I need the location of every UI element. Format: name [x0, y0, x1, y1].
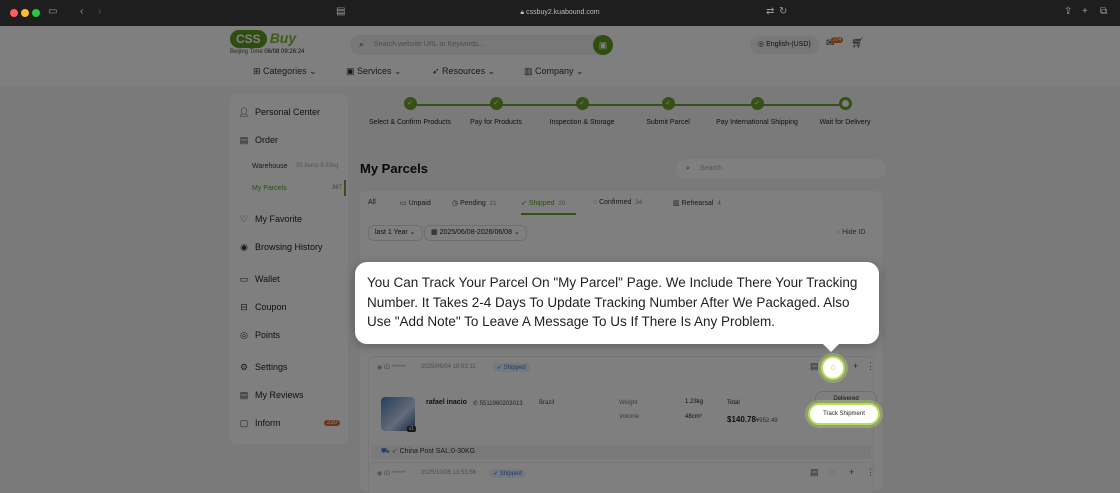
- reload-icon[interactable]: ↻: [779, 6, 787, 17]
- tutorial-overlay: [0, 26, 1120, 493]
- new-tab-icon[interactable]: +: [1082, 6, 1088, 17]
- track-shipment-button[interactable]: Track Shipment: [808, 403, 880, 425]
- tab-overview-icon[interactable]: ⧉: [1100, 6, 1107, 17]
- tutorial-callout: You Can Track Your Parcel On "My Parcel"…: [355, 262, 879, 352]
- translate-icon[interactable]: ⇄: [766, 6, 774, 17]
- chat-icon: ◌: [830, 362, 836, 372]
- url-text: cssbuy2.kuabound.com: [526, 9, 600, 16]
- share-icon[interactable]: ⇪: [1064, 6, 1072, 17]
- page: CSSBuy Beijing Time 06/08 09:26:24 ⌕ Sea…: [0, 26, 1120, 493]
- address-bar[interactable]: 🔒︎ cssbuy2.kuabound.com: [0, 9, 1120, 17]
- browser-toolbar: ▭ ‹ › ▤ 🔒︎ cssbuy2.kuabound.com ⇄ ↻ ⇪ + …: [0, 0, 1120, 26]
- add-note-button[interactable]: ◌: [821, 356, 845, 380]
- track-shipment-label: Track Shipment: [823, 411, 865, 417]
- callout-text: You Can Track Your Parcel On "My Parcel"…: [367, 275, 858, 329]
